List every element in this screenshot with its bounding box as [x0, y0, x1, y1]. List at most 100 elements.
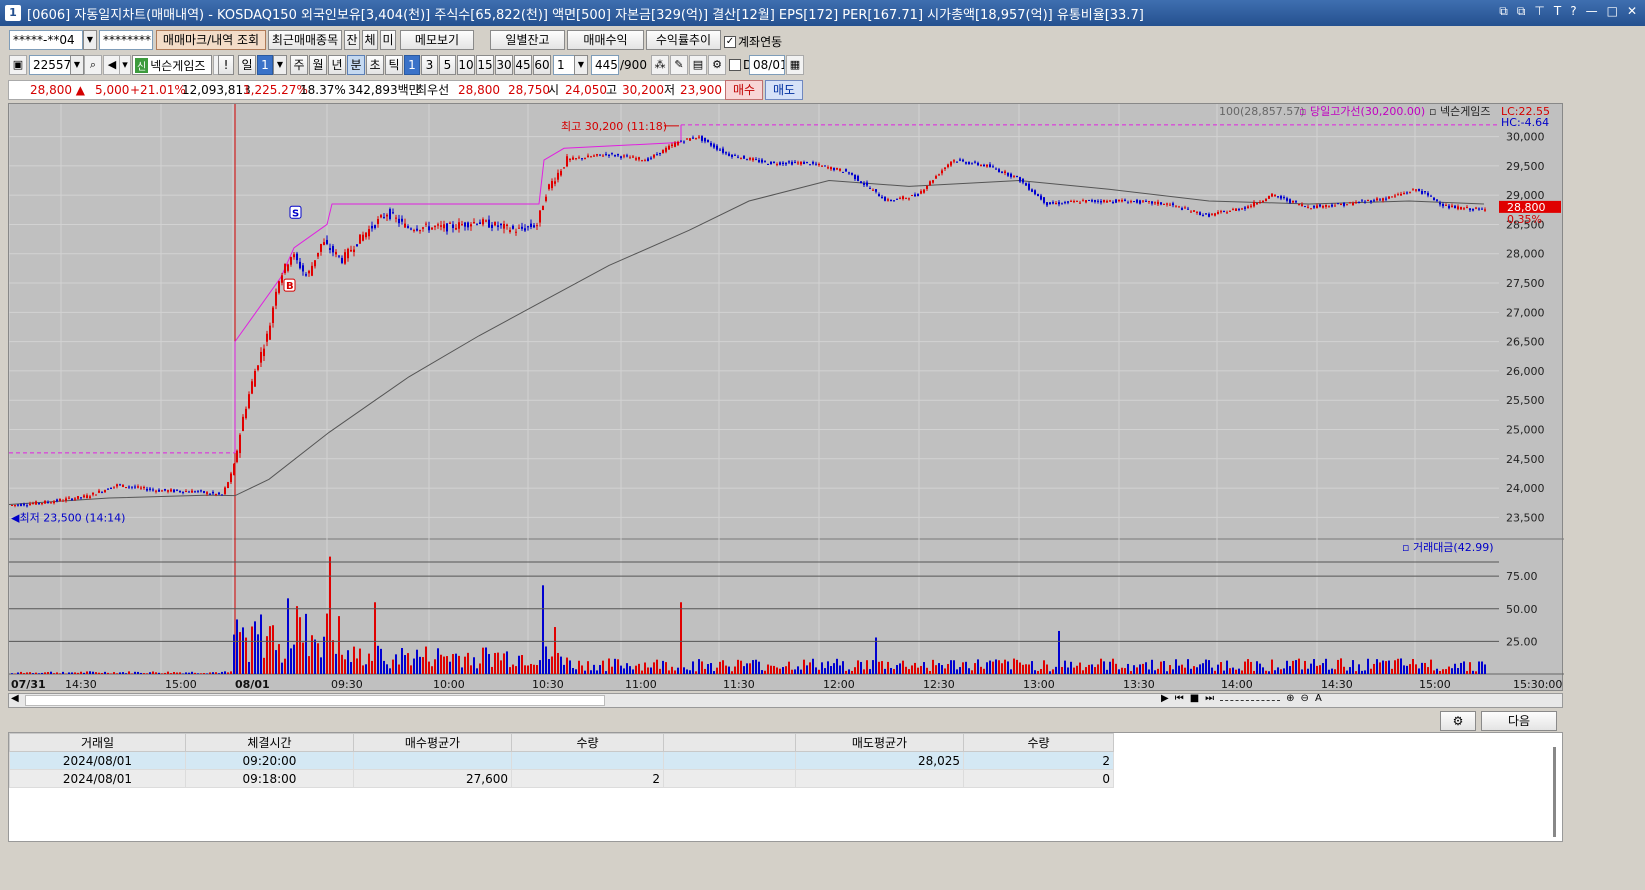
- candle-body: [104, 490, 106, 493]
- recent-trades-button[interactable]: 최근매매종목: [268, 30, 342, 50]
- candle-body: [1454, 205, 1456, 209]
- volume-bar: [443, 656, 445, 674]
- minute-30-button[interactable]: 30: [495, 55, 513, 75]
- memo-view-button[interactable]: 메모보기: [400, 30, 474, 50]
- window-number-badge: 1: [5, 5, 21, 21]
- col-exec-time[interactable]: 체결시간: [185, 733, 354, 752]
- account-dropdown-icon[interactable]: ▼: [83, 30, 97, 50]
- candle-body: [899, 197, 901, 199]
- stop-icon[interactable]: ■: [1190, 693, 1199, 704]
- volume-bar: [1349, 667, 1351, 674]
- indicator-icon[interactable]: ⁂: [651, 55, 669, 75]
- maximize-icon[interactable]: □: [1607, 4, 1618, 19]
- multiplier-dropdown-icon[interactable]: ▼: [574, 55, 588, 75]
- period-year-button[interactable]: 년: [328, 55, 346, 75]
- stock-code-input[interactable]: 225570: [29, 55, 71, 75]
- stock-chart[interactable]: 30,00029,50029,00028,50028,00027,50027,0…: [8, 104, 1564, 692]
- trade-mark-query-button[interactable]: 매매마크/내역 조회: [156, 30, 266, 50]
- minute-45-button[interactable]: 45: [514, 55, 532, 75]
- date-input[interactable]: 08/01: [749, 55, 785, 75]
- col-buy-avg[interactable]: 매수평균가: [353, 733, 512, 752]
- zoom-out-icon[interactable]: ⊖: [1301, 693, 1309, 704]
- help-icon[interactable]: ?: [1570, 4, 1576, 19]
- col-sell-avg[interactable]: 매도평균가: [795, 733, 964, 752]
- candle-body: [500, 223, 502, 226]
- close-icon[interactable]: ✕: [1627, 4, 1637, 19]
- minimize-icon[interactable]: —: [1586, 4, 1598, 19]
- balance-button[interactable]: 잔: [344, 30, 360, 50]
- candle-body: [734, 154, 736, 156]
- font-icon[interactable]: T: [1554, 4, 1561, 19]
- password-input[interactable]: ********: [99, 30, 153, 50]
- col-buy-qty[interactable]: 수량: [511, 733, 664, 752]
- period-day-button[interactable]: 일: [238, 55, 256, 75]
- zoom-slider[interactable]: [1220, 693, 1281, 701]
- grid-settings-button[interactable]: ⚙: [1440, 711, 1476, 731]
- draw-tool-icon[interactable]: ✎: [670, 55, 688, 75]
- multiplier-input[interactable]: 1: [553, 55, 575, 75]
- candle-body: [788, 161, 790, 163]
- minute-60-button[interactable]: 60: [533, 55, 551, 75]
- minute-15-button[interactable]: 15: [476, 55, 494, 75]
- layout-icon[interactable]: ▣: [9, 55, 27, 75]
- table-scrollbar[interactable]: [1553, 747, 1556, 837]
- candle-body: [323, 242, 325, 245]
- minute-5-button[interactable]: 5: [439, 55, 456, 75]
- candle-body: [245, 408, 247, 419]
- date-checkbox[interactable]: [729, 59, 741, 71]
- account-input[interactable]: *****-**04: [9, 30, 83, 50]
- checkbox-checked-icon[interactable]: ✓: [724, 35, 736, 48]
- minute-10-button[interactable]: 10: [457, 55, 475, 75]
- calendar-icon[interactable]: ▦: [786, 55, 804, 75]
- speaker-dropdown-icon[interactable]: ▾: [119, 55, 131, 75]
- scroll-right-icon[interactable]: ▶: [1161, 693, 1169, 704]
- period-dropdown-icon[interactable]: ▼: [273, 55, 287, 75]
- code-dropdown-icon[interactable]: ▼: [70, 55, 84, 75]
- alert-button[interactable]: !: [218, 55, 234, 75]
- account-link-checkbox[interactable]: ✓ 계좌연동: [724, 33, 782, 50]
- scroll-thumb[interactable]: [25, 695, 605, 706]
- pin-icon[interactable]: ⊤: [1534, 4, 1544, 19]
- col-sell-qty[interactable]: 수량: [963, 733, 1114, 752]
- unexecuted-button[interactable]: 미: [380, 30, 396, 50]
- candle-body: [86, 495, 88, 499]
- chart-panel[interactable]: 30,000 29,500 29,000 28,500 28,000 27,500 27,0…: [8, 103, 1564, 692]
- first-page-icon[interactable]: ⏮: [1175, 693, 1184, 704]
- restore-icon[interactable]: ⧉: [1499, 4, 1508, 19]
- save-icon[interactable]: ▤: [689, 55, 707, 75]
- scroll-left-icon[interactable]: ◀: [11, 693, 19, 704]
- table-row[interactable]: 2024/08/01 09:20:00 28,025 2: [9, 751, 1114, 770]
- x-tick-label: 11:30: [723, 678, 755, 691]
- next-button[interactable]: 다음: [1481, 711, 1557, 731]
- buy-button[interactable]: 매수: [725, 80, 763, 100]
- search-icon[interactable]: ⌕: [84, 55, 102, 75]
- zoom-in-icon[interactable]: ⊕: [1286, 693, 1294, 704]
- candle-body: [320, 243, 322, 252]
- cascade-icon[interactable]: ⧉: [1517, 4, 1526, 19]
- settings-gear-icon[interactable]: ⚙: [708, 55, 726, 75]
- period-number-button[interactable]: 1: [257, 55, 273, 75]
- profit-rate-trend-button[interactable]: 수익률추이: [646, 30, 721, 50]
- minute-3-button[interactable]: 3: [421, 55, 438, 75]
- volume-bar: [683, 667, 685, 674]
- table-row[interactable]: 2024/08/01 09:18:00 27,600 2 0: [9, 769, 1114, 788]
- minute-1-button[interactable]: 1: [404, 55, 420, 75]
- period-tick-button[interactable]: 틱: [385, 55, 403, 75]
- chart-scrollbar[interactable]: ◀ ▶ ⏮ ■ ⏭ ⊕ ⊖ A: [8, 693, 1563, 708]
- candle-body: [41, 503, 43, 505]
- executed-button[interactable]: 체: [362, 30, 378, 50]
- last-page-icon[interactable]: ⏭: [1205, 693, 1214, 704]
- daily-balance-button[interactable]: 일별잔고: [490, 30, 565, 50]
- period-minute-button[interactable]: 분: [347, 55, 365, 75]
- volume-bar: [1301, 669, 1303, 674]
- period-week-button[interactable]: 주: [290, 55, 308, 75]
- sell-button[interactable]: 매도: [765, 80, 803, 100]
- col-trade-date[interactable]: 거래일: [9, 733, 186, 752]
- period-month-button[interactable]: 월: [309, 55, 327, 75]
- candle-body: [1139, 200, 1141, 204]
- bar-count-input[interactable]: 445: [591, 55, 619, 75]
- text-tool-icon[interactable]: A: [1315, 693, 1322, 704]
- trade-profit-button[interactable]: 매매수익: [567, 30, 644, 50]
- candle-body: [1250, 205, 1252, 207]
- period-second-button[interactable]: 초: [366, 55, 384, 75]
